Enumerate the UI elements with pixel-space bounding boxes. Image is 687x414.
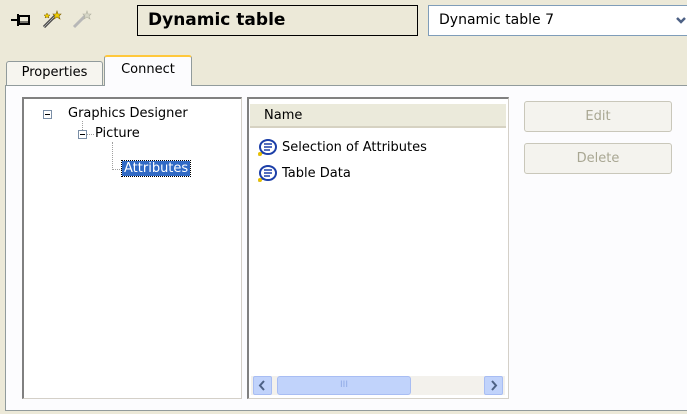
object-select-value: Dynamic table 7	[439, 12, 555, 28]
scroll-right-button[interactable]	[484, 376, 503, 395]
tree-item-graphics-designer[interactable]: Graphics Designer	[68, 106, 188, 122]
object-title: Dynamic table	[137, 5, 418, 36]
function-list[interactable]: Name Selection of Attributes Table Data …	[247, 97, 509, 399]
list-item-label: Selection of Attributes	[282, 140, 427, 155]
edit-button[interactable]: Edit	[524, 101, 672, 132]
scroll-left-button[interactable]	[253, 376, 272, 395]
tree-connector	[112, 142, 114, 170]
object-tree[interactable]: Graphics Designer Picture Attributes	[22, 97, 242, 399]
scroll-thumb[interactable]: III	[277, 376, 411, 395]
tree-connector	[82, 121, 84, 130]
tab-connect[interactable]: Connect	[104, 55, 192, 86]
chevron-down-icon[interactable]	[671, 7, 687, 34]
tree-item-attributes[interactable]: Attributes	[120, 160, 192, 177]
list-item-label: Table Data	[282, 166, 351, 181]
collapse-icon[interactable]	[43, 110, 52, 119]
action-script-icon	[257, 139, 277, 157]
magic-wand-icon[interactable]	[41, 10, 63, 30]
horizontal-scrollbar[interactable]: III	[251, 376, 505, 395]
tree-item-picture[interactable]: Picture	[95, 126, 140, 142]
pin-icon[interactable]	[10, 10, 32, 30]
collapse-icon[interactable]	[78, 130, 87, 139]
tree-connector	[112, 169, 122, 171]
column-header-name[interactable]: Name	[250, 104, 506, 128]
delete-button[interactable]: Delete	[524, 143, 672, 174]
tree-connector	[87, 134, 94, 136]
action-script-icon	[257, 165, 277, 183]
tab-properties[interactable]: Properties	[6, 61, 103, 85]
tree-item-attributes-label: Attributes	[120, 160, 192, 177]
object-select[interactable]: Dynamic table 7	[428, 5, 687, 36]
magic-wand-disabled-icon	[71, 10, 93, 30]
scroll-thumb-grip: III	[340, 380, 348, 390]
